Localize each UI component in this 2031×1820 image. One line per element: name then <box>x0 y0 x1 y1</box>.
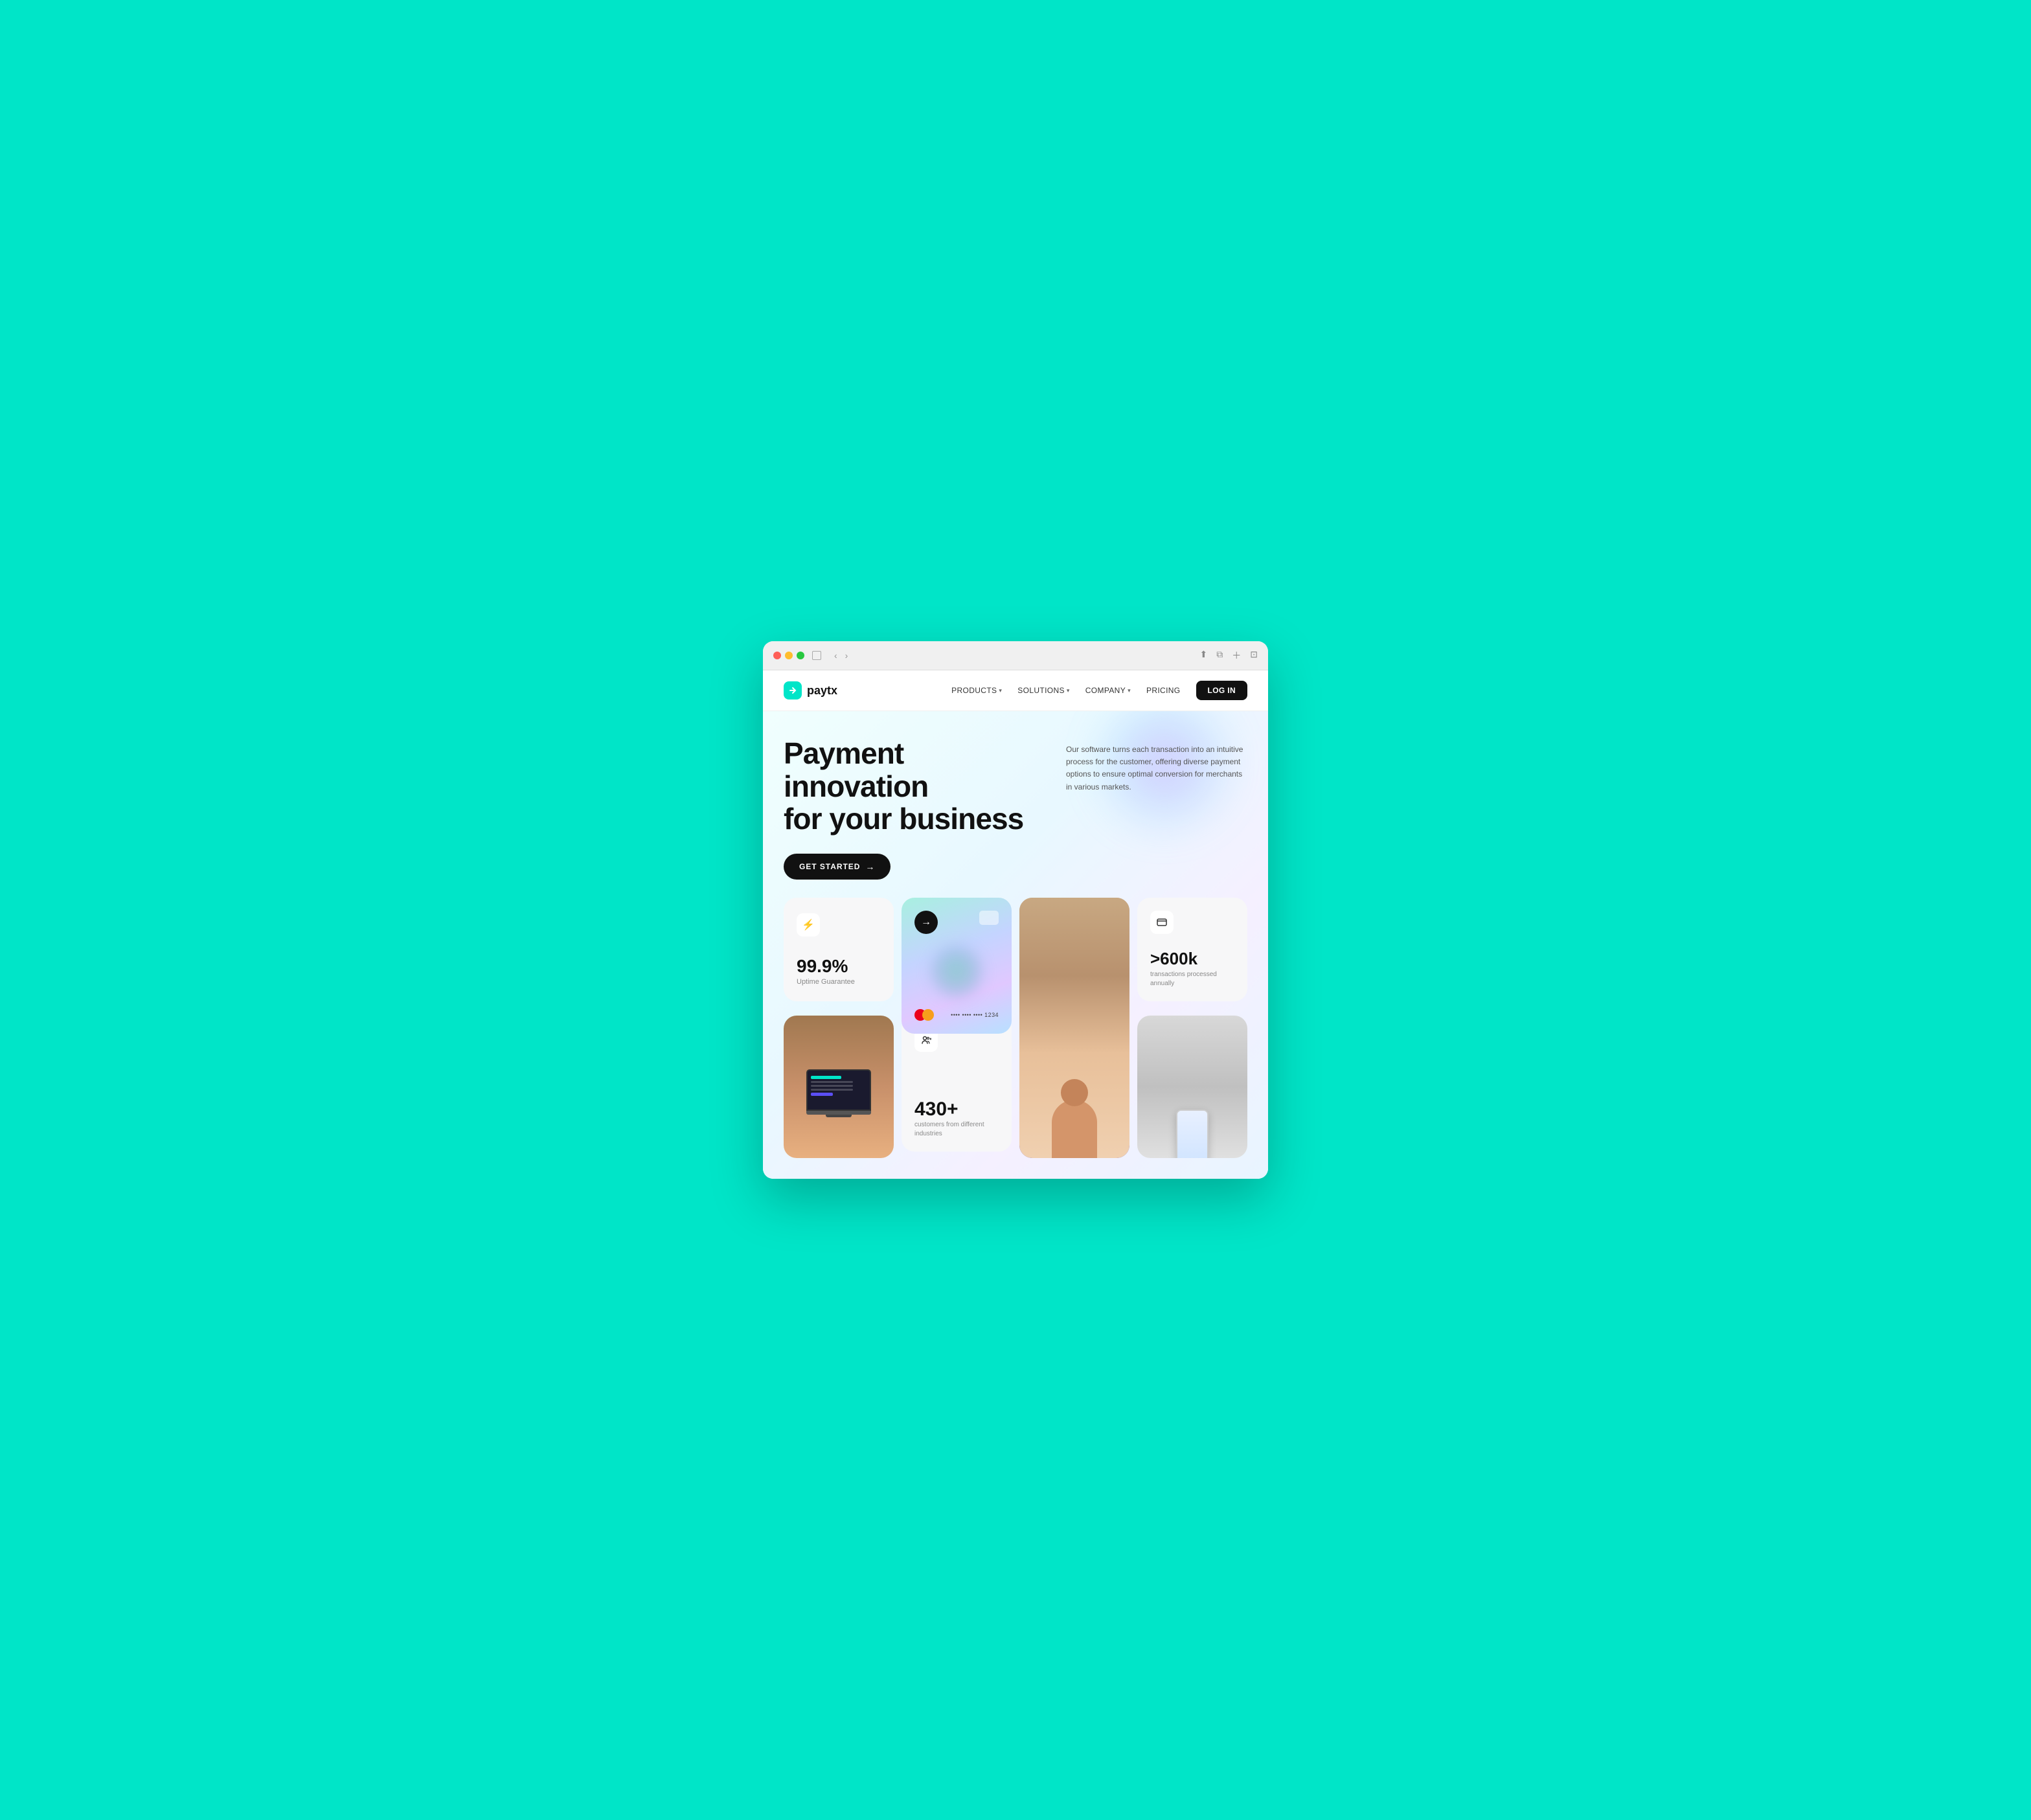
nav-pricing[interactable]: PRICING <box>1146 686 1181 695</box>
laptop-photo-card <box>784 1016 894 1158</box>
new-tab-icon: ＋ <box>1232 649 1241 662</box>
phone-screen <box>1177 1111 1207 1158</box>
window-icon <box>812 651 821 660</box>
uptime-label: Uptime Guarantee <box>797 978 881 986</box>
transactions-card: >600k transactions processed annually <box>1137 898 1247 1001</box>
more-icon: ⊡ <box>1250 649 1258 662</box>
screen-bar-5 <box>811 1093 833 1096</box>
phone-mock <box>1176 1109 1208 1158</box>
laptop-mock <box>806 1069 871 1117</box>
maximize-dot[interactable] <box>797 652 804 659</box>
hero-title: Payment innovation for your business <box>784 737 1043 836</box>
customers-card: 430+ customers from different industries <box>902 1016 1012 1152</box>
laptop-screen <box>806 1069 871 1111</box>
arrow-icon: → <box>865 861 875 872</box>
customers-label: customers from different industries <box>914 1120 999 1139</box>
chevron-icon: ▾ <box>999 687 1002 694</box>
screen-bar-1 <box>811 1076 841 1079</box>
uptime-icon: ⚡ <box>797 913 820 937</box>
mastercard-logo <box>914 1009 934 1021</box>
screen-bar-3 <box>811 1085 853 1087</box>
nav-solutions[interactable]: SOLUTIONS ▾ <box>1017 686 1069 695</box>
uptime-value: 99.9% <box>797 956 881 977</box>
cards-container: ⚡ 99.9% Uptime Guarantee → <box>784 898 1247 1179</box>
back-button[interactable]: ‹ <box>832 649 840 662</box>
forward-button[interactable]: › <box>843 649 851 662</box>
hero-section: Payment innovation for your business GET… <box>763 711 1268 1179</box>
payment-card-header: → <box>914 911 999 934</box>
woman-photo-card <box>1019 898 1129 1158</box>
navbar: paytx PRODUCTS ▾ SOLUTIONS ▾ COMPANY ▾ P… <box>763 670 1268 711</box>
card-chip <box>979 911 999 925</box>
payment-card-footer: •••• •••• •••• 1234 <box>914 1009 999 1021</box>
get-started-button[interactable]: GET STARTED → <box>784 854 891 880</box>
card-number: •••• •••• •••• 1234 <box>951 1012 999 1018</box>
chevron-icon: ▾ <box>1067 687 1070 694</box>
laptop-base <box>806 1111 871 1115</box>
uptime-card: ⚡ 99.9% Uptime Guarantee <box>784 898 894 1001</box>
laptop-stand <box>826 1115 852 1117</box>
nav-products[interactable]: PRODUCTS ▾ <box>951 686 1002 695</box>
get-started-label: GET STARTED <box>799 862 860 871</box>
login-button[interactable]: LOG IN <box>1196 681 1248 700</box>
woman-photo <box>1019 898 1129 1158</box>
transactions-value: >600k <box>1150 949 1234 969</box>
browser-nav: ‹ › <box>832 649 850 662</box>
minimize-dot[interactable] <box>785 652 793 659</box>
transactions-label: transactions processed annually <box>1150 970 1234 988</box>
page-content: paytx PRODUCTS ▾ SOLUTIONS ▾ COMPANY ▾ P… <box>763 670 1268 1179</box>
close-dot[interactable] <box>773 652 781 659</box>
logo-icon <box>784 681 802 700</box>
browser-dots <box>773 652 804 659</box>
logo[interactable]: paytx <box>784 681 837 700</box>
customers-value: 430+ <box>914 1098 999 1120</box>
payment-card: → •••• •••• •••• 1234 <box>902 898 1012 1034</box>
share-icon: ⬆ <box>1200 649 1208 662</box>
browser-toolbar: ‹ › ⬆ ⧉ ＋ ⊡ <box>763 641 1268 670</box>
nav-company[interactable]: COMPANY ▾ <box>1085 686 1131 695</box>
transactions-icon <box>1150 911 1174 934</box>
nav-links: PRODUCTS ▾ SOLUTIONS ▾ COMPANY ▾ PRICING… <box>951 681 1247 700</box>
hero-description: Our software turns each transaction into… <box>1066 744 1247 793</box>
mc-orange-circle <box>922 1009 934 1021</box>
chevron-icon: ▾ <box>1128 687 1131 694</box>
hand-mock <box>1176 1109 1208 1158</box>
payment-arrow-icon: → <box>914 911 938 934</box>
bookmark-icon: ⧉ <box>1216 649 1223 662</box>
browser-window: ‹ › ⬆ ⧉ ＋ ⊡ paytx PRO <box>763 641 1268 1179</box>
browser-icons: ⬆ ⧉ ＋ ⊡ <box>1200 649 1258 662</box>
phone-hand-card <box>1137 1016 1247 1158</box>
screen-bar-4 <box>811 1089 853 1091</box>
screen-bar-2 <box>811 1081 853 1083</box>
logo-text: paytx <box>807 684 837 698</box>
